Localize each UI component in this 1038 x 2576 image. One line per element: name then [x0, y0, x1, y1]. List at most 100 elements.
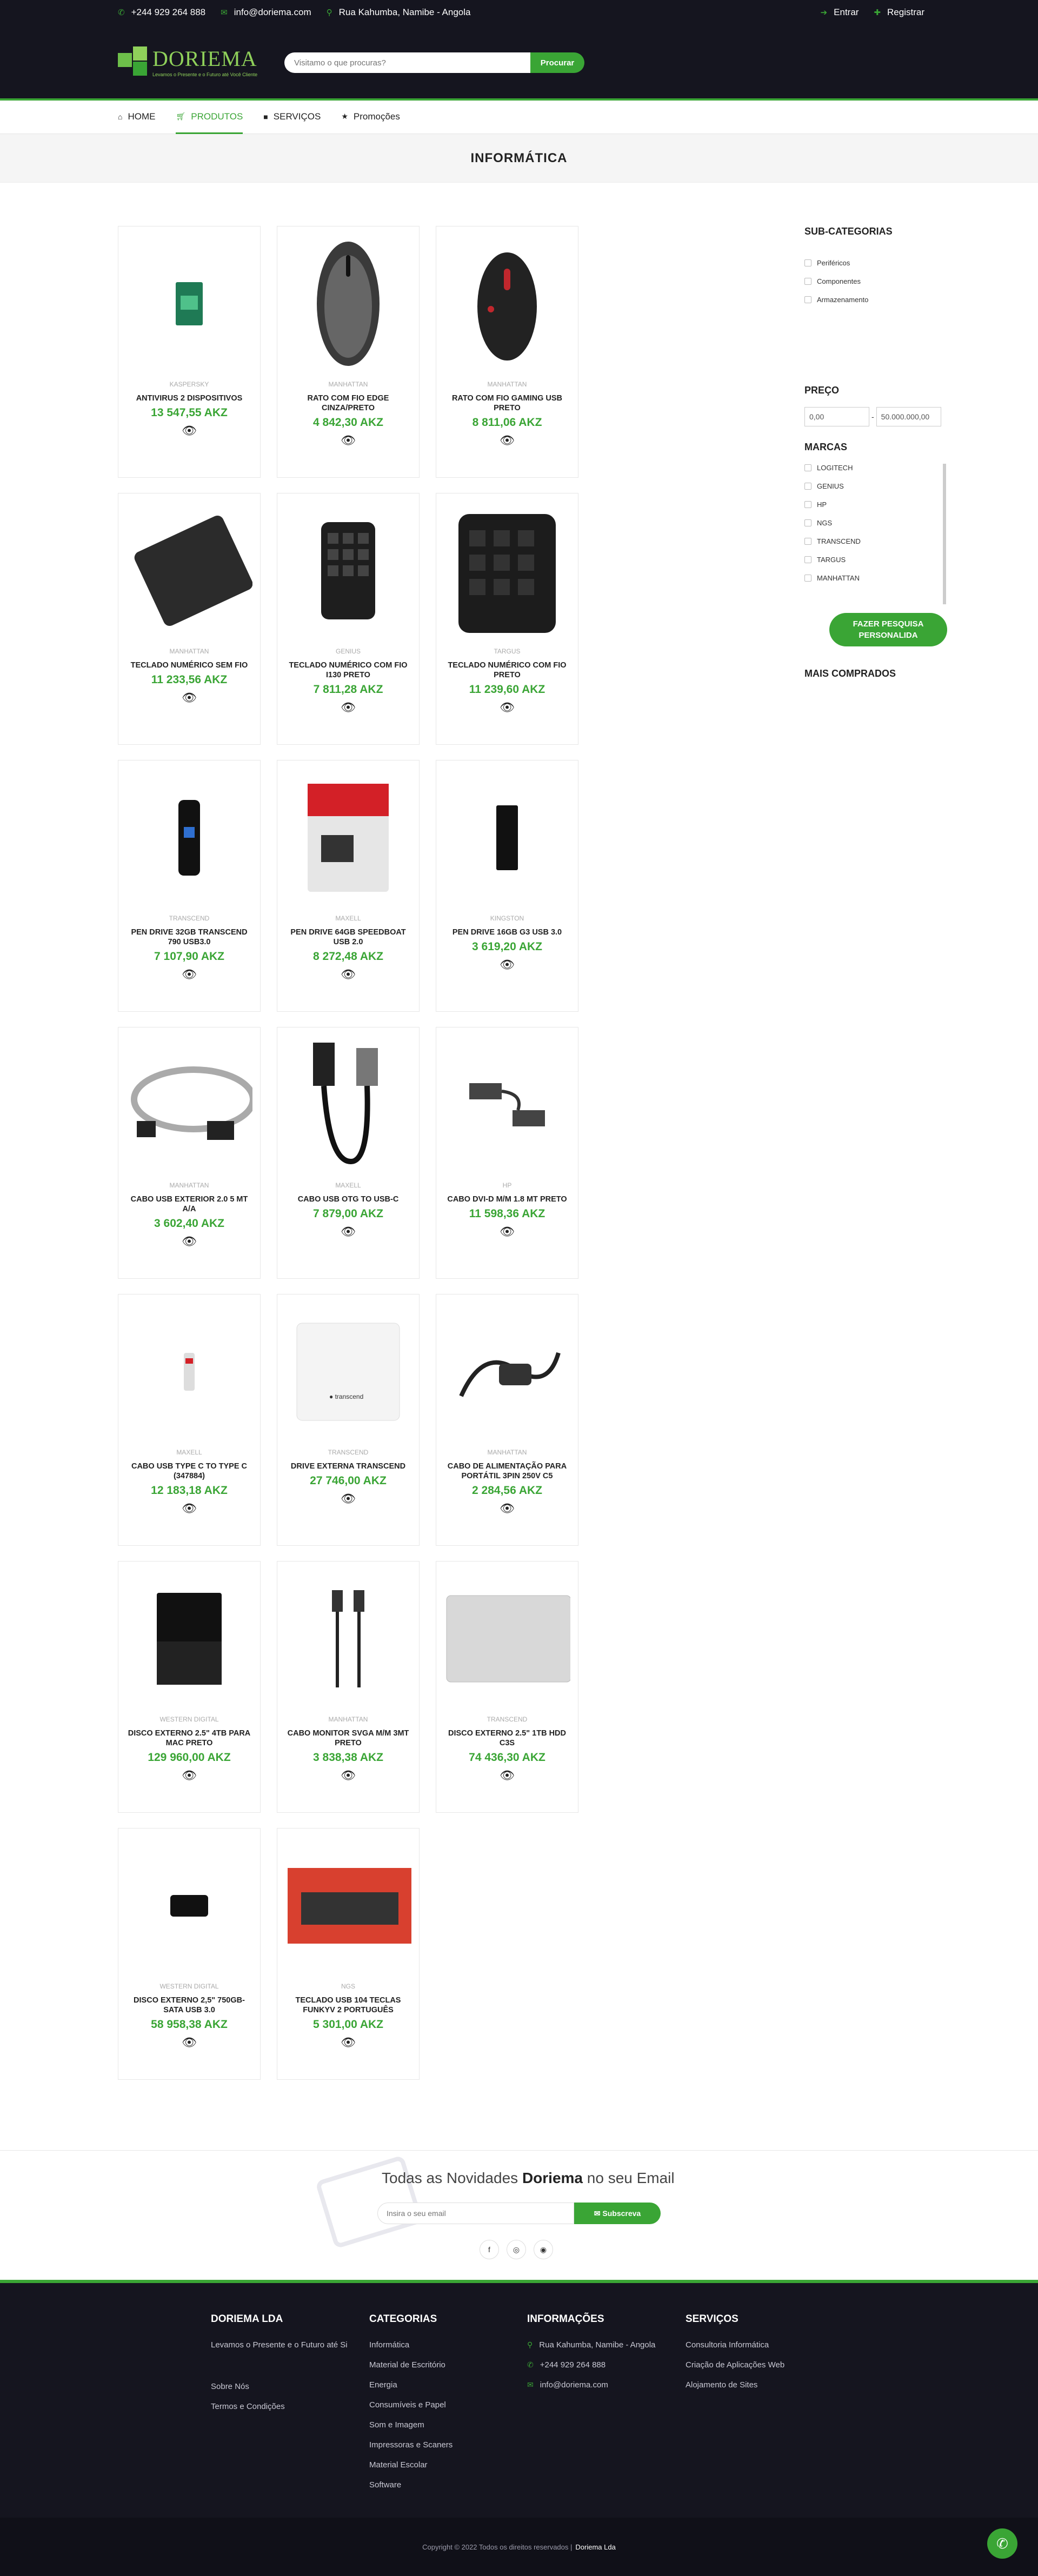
product-name[interactable]: DISCO EXTERNO 2,5" 750GB-SATA USB 3.0 [126, 1996, 252, 2015]
subcategory-checkbox[interactable]: Componentes [804, 277, 945, 285]
footer-email[interactable]: ✉ info@doriema.com [527, 2380, 678, 2390]
product-image[interactable]: ● transcend [285, 1294, 411, 1449]
view-icon[interactable]: 👁︎ [341, 1225, 356, 1239]
custom-search-button[interactable]: FAZER PESQUISA PERSONALIDA [829, 613, 947, 646]
footer-category-link[interactable]: Som e Imagem [369, 2420, 521, 2430]
view-icon[interactable]: 👁︎ [500, 700, 515, 715]
brand-checkbox[interactable]: MANHATTAN [804, 574, 943, 582]
view-icon[interactable]: 👁︎ [500, 958, 515, 972]
product-image[interactable] [285, 226, 411, 381]
logo[interactable]: DORIEMA Levamos o Presente e o Futuro at… [118, 46, 275, 79]
price-min-input[interactable] [804, 407, 869, 426]
product-card[interactable]: ● transcend TRANSCEND DRIVE EXTERNA TRANSC… [277, 1294, 420, 1546]
product-name[interactable]: CABO DVI-D M/M 1.8 MT PRETO [447, 1194, 567, 1204]
product-card[interactable]: MANHATTAN RATO COM FIO GAMING USB PRETO 8 … [436, 226, 578, 478]
product-image[interactable] [285, 1828, 411, 1983]
nav-home[interactable]: ⌂ HOME [118, 101, 155, 134]
product-image[interactable] [444, 760, 570, 915]
view-icon[interactable]: 👁︎ [182, 691, 197, 705]
product-image[interactable] [444, 1027, 570, 1182]
footer-category-link[interactable]: Informática [369, 2340, 521, 2350]
subcategory-checkbox[interactable]: Periféricos [804, 259, 945, 267]
subscribe-button[interactable]: ✉ Subscreva [574, 2203, 661, 2224]
product-image[interactable] [444, 226, 570, 381]
instagram-icon[interactable]: ◉ [534, 2240, 553, 2259]
product-name[interactable]: CABO USB OTG TO USB-C [298, 1194, 399, 1204]
footer-category-link[interactable]: Material de Escritório [369, 2360, 521, 2370]
product-name[interactable]: ANTIVIRUS 2 DISPOSITIVOS [136, 393, 243, 403]
brands-list[interactable]: LOGITECH GENIUS HP NGS TRANSCEND TARGUS … [804, 464, 946, 604]
brand-checkbox[interactable]: GENIUS [804, 482, 943, 490]
view-icon[interactable]: 👁︎ [341, 967, 356, 982]
footer-link-about[interactable]: Sobre Nós [211, 2382, 362, 2391]
product-card[interactable]: KINGSTON PEN DRIVE 16GB G3 USB 3.0 3 619,2… [436, 760, 578, 1012]
view-icon[interactable]: 👁︎ [500, 1225, 515, 1239]
product-image[interactable] [285, 1561, 411, 1716]
product-name[interactable]: PEN DRIVE 64GB SPEEDBOAT USB 2.0 [285, 927, 411, 947]
product-image[interactable] [444, 1561, 570, 1716]
product-card[interactable]: MANHATTAN TECLADO NUMÉRICO SEM FIO 11 233,… [118, 493, 261, 745]
product-image[interactable] [126, 493, 252, 648]
product-card[interactable]: MANHATTAN CABO USB EXTERIOR 2.0 5 MT A/A 3… [118, 1027, 261, 1279]
product-card[interactable]: MANHATTAN CABO DE ALIMENTAÇÃO PARA PORTÁT… [436, 1294, 578, 1546]
product-image[interactable] [126, 1828, 252, 1983]
view-icon[interactable]: 👁︎ [500, 1501, 515, 1516]
view-icon[interactable]: 👁︎ [182, 2036, 197, 2050]
footer-category-link[interactable]: Software [369, 2480, 521, 2490]
footer-category-link[interactable]: Consumíveis e Papel [369, 2400, 521, 2410]
product-image[interactable] [126, 1294, 252, 1449]
product-name[interactable]: TECLADO NUMÉRICO COM FIO I130 PRETO [285, 660, 411, 680]
product-name[interactable]: PEN DRIVE 32GB TRANSCEND 790 USB3.0 [126, 927, 252, 947]
footer-service-link[interactable]: Criação de Aplicações Web [686, 2360, 837, 2370]
nav-promocoes[interactable]: ★ Promoções [341, 101, 400, 134]
view-icon[interactable]: 👁︎ [182, 1769, 197, 1783]
product-name[interactable]: DISCO EXTERNO 2.5" 4TB PARA MAC PRETO [126, 1729, 252, 1748]
product-image[interactable] [126, 1561, 252, 1716]
brand-checkbox[interactable]: NGS [804, 519, 943, 527]
search-button[interactable]: Procurar [530, 52, 584, 73]
product-card[interactable]: MANHATTAN RATO COM FIO EDGE CINZA/PRETO 4 … [277, 226, 420, 478]
view-icon[interactable]: 👁︎ [341, 2036, 356, 2050]
product-card[interactable]: TARGUS TECLADO NUMÉRICO COM FIO PRETO 11 2… [436, 493, 578, 745]
product-name[interactable]: RATO COM FIO GAMING USB PRETO [444, 393, 570, 413]
product-card[interactable]: TRANSCEND DISCO EXTERNO 2.5" 1TB HDD C3S 7… [436, 1561, 578, 1813]
product-card[interactable]: MANHATTAN CABO MONITOR SVGA M/M 3MT PRETO… [277, 1561, 420, 1813]
product-card[interactable]: MAXELL PEN DRIVE 64GB SPEEDBOAT USB 2.0 8 … [277, 760, 420, 1012]
product-name[interactable]: TECLADO NUMÉRICO COM FIO PRETO [444, 660, 570, 680]
topbar-phone[interactable]: ✆ +244 929 264 888 [118, 7, 205, 18]
whatsapp-icon[interactable]: ◎ [507, 2240, 526, 2259]
view-icon[interactable]: 👁︎ [182, 1234, 197, 1249]
brand-checkbox[interactable]: TARGUS [804, 556, 943, 564]
product-card[interactable]: MAXELL CABO USB TYPE C TO TYPE C (347884)… [118, 1294, 261, 1546]
view-icon[interactable]: 👁︎ [341, 433, 356, 448]
footer-phone[interactable]: ✆ +244 929 264 888 [527, 2360, 678, 2370]
product-name[interactable]: CABO DE ALIMENTAÇÃO PARA PORTÁTIL 3PIN 2… [444, 1461, 570, 1481]
product-card[interactable]: GENIUS TECLADO NUMÉRICO COM FIO I130 PRET… [277, 493, 420, 745]
login-link[interactable]: ➔ Entrar [821, 7, 859, 18]
product-card[interactable]: MAXELL CABO USB OTG TO USB-C 7 879,00 AKZ 👁… [277, 1027, 420, 1279]
product-name[interactable]: DRIVE EXTERNA TRANSCEND [291, 1461, 405, 1471]
product-image[interactable] [285, 760, 411, 915]
product-card[interactable]: KASPERSKY ANTIVIRUS 2 DISPOSITIVOS 13 547,… [118, 226, 261, 478]
product-image[interactable] [285, 1027, 411, 1182]
view-icon[interactable]: 👁︎ [341, 700, 356, 715]
view-icon[interactable]: 👁︎ [182, 424, 197, 438]
product-image[interactable] [285, 493, 411, 648]
view-icon[interactable]: 👁︎ [500, 1769, 515, 1783]
product-card[interactable]: HP CABO DVI-D M/M 1.8 MT PRETO 11 598,36 A… [436, 1027, 578, 1279]
product-name[interactable]: RATO COM FIO EDGE CINZA/PRETO [285, 393, 411, 413]
subcategory-checkbox[interactable]: Armazenamento [804, 296, 945, 304]
facebook-icon[interactable]: f [480, 2240, 499, 2259]
product-card[interactable]: WESTERN DIGITAL DISCO EXTERNO 2.5" 4TB PA… [118, 1561, 261, 1813]
footer-category-link[interactable]: Energia [369, 2380, 521, 2390]
brand-checkbox[interactable]: HP [804, 500, 943, 509]
product-image[interactable] [126, 226, 252, 381]
brand-checkbox[interactable]: TRANSCEND [804, 537, 943, 545]
product-card[interactable]: WESTERN DIGITAL DISCO EXTERNO 2,5" 750GB-… [118, 1828, 261, 2080]
newsletter-email-input[interactable] [377, 2203, 574, 2224]
product-card[interactable]: TRANSCEND PEN DRIVE 32GB TRANSCEND 790 US… [118, 760, 261, 1012]
product-name[interactable]: DISCO EXTERNO 2.5" 1TB HDD C3S [444, 1729, 570, 1748]
product-name[interactable]: CABO USB TYPE C TO TYPE C (347884) [126, 1461, 252, 1481]
product-name[interactable]: CABO MONITOR SVGA M/M 3MT PRETO [285, 1729, 411, 1748]
copyright-brand[interactable]: Doriema Lda [575, 2543, 615, 2551]
